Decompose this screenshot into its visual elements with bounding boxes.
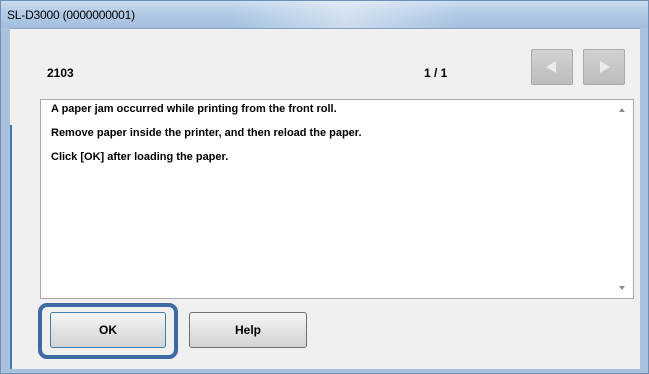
- previous-page-button[interactable]: [531, 49, 573, 85]
- scroll-down-arrow-icon[interactable]: [619, 286, 625, 290]
- title-bar[interactable]: SL-D3000 (0000000001): [1, 1, 648, 28]
- ok-button[interactable]: OK: [50, 312, 166, 348]
- message-line: Remove paper inside the printer, and the…: [51, 127, 362, 139]
- help-button[interactable]: Help: [189, 312, 307, 348]
- window-title: SL-D3000 (0000000001): [7, 8, 135, 22]
- message-line: A paper jam occurred while printing from…: [51, 103, 337, 115]
- message-text: A paper jam occurred while printing from…: [51, 103, 611, 175]
- arrow-right-icon: [600, 61, 610, 73]
- left-accent-strip: [10, 125, 12, 369]
- arrow-left-icon: [546, 61, 556, 73]
- title-bar-gloss: [231, 1, 461, 28]
- message-box[interactable]: A paper jam occurred while printing from…: [40, 99, 634, 299]
- dialog-window: SL-D3000 (0000000001) 2103 1 / 1 A paper…: [0, 0, 649, 374]
- page-indicator: 1 / 1: [424, 66, 448, 80]
- next-page-button[interactable]: [583, 49, 625, 85]
- dialog-body: 2103 1 / 1 A paper jam occurred while pr…: [10, 28, 640, 369]
- scroll-up-arrow-icon[interactable]: [619, 108, 625, 112]
- error-code: 2103: [47, 66, 74, 80]
- message-line: Click [OK] after loading the paper.: [51, 151, 229, 163]
